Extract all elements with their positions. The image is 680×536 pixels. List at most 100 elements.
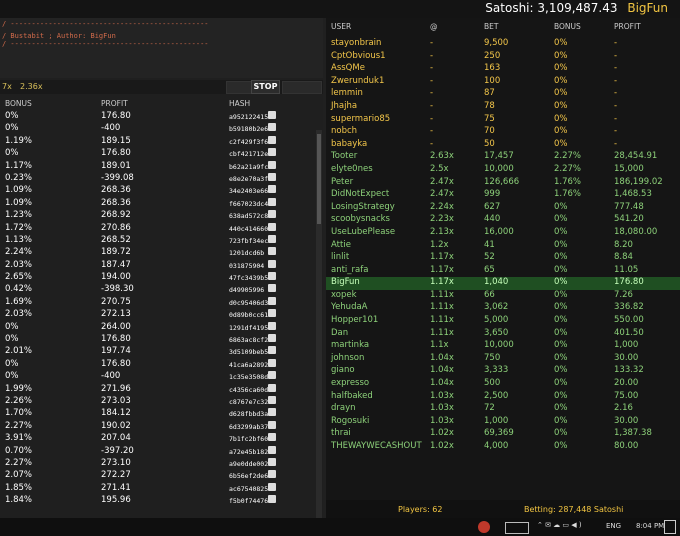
- player-user[interactable]: supermario85: [331, 114, 390, 124]
- copy-icon[interactable]: [268, 247, 276, 256]
- history-hash[interactable]: 47fc3439b5: [229, 274, 268, 282]
- history-hash[interactable]: 638ad572c8: [229, 212, 268, 220]
- notification-icon[interactable]: [664, 520, 676, 534]
- player-user[interactable]: drayn: [331, 403, 356, 413]
- history-hash[interactable]: a9e0dde002: [229, 460, 268, 468]
- player-user[interactable]: YehudaA: [331, 302, 368, 312]
- history-hash[interactable]: c4356ca60d: [229, 386, 268, 394]
- player-user[interactable]: BigFun: [331, 277, 360, 287]
- copy-icon[interactable]: [268, 197, 276, 206]
- history-hash[interactable]: a72e45b182: [229, 448, 268, 456]
- copy-icon[interactable]: [268, 495, 276, 504]
- history-hash[interactable]: 6b56ef2de6: [229, 472, 268, 480]
- player-user[interactable]: thrai: [331, 428, 351, 438]
- player-user[interactable]: stayonbrain: [331, 38, 381, 48]
- player-user[interactable]: lemmin: [331, 88, 363, 98]
- copy-icon[interactable]: [268, 123, 276, 132]
- history-hash[interactable]: b62a21a9fc: [229, 163, 268, 171]
- history-hash[interactable]: 1c35e3508d: [229, 373, 268, 381]
- copy-icon[interactable]: [268, 371, 276, 380]
- copy-icon[interactable]: [268, 445, 276, 454]
- copy-icon[interactable]: [268, 296, 276, 305]
- disabled-button-2[interactable]: [282, 81, 322, 94]
- player-user[interactable]: scoobysnacks: [331, 214, 390, 224]
- copy-icon[interactable]: [268, 185, 276, 194]
- copy-icon[interactable]: [268, 172, 276, 181]
- player-user[interactable]: DidNotExpect: [331, 189, 389, 199]
- player-user[interactable]: Jhajha: [331, 101, 357, 111]
- copy-icon[interactable]: [268, 383, 276, 392]
- player-user[interactable]: martinka: [331, 340, 369, 350]
- player-user[interactable]: giano: [331, 365, 355, 375]
- history-hash[interactable]: 6d3299ab37: [229, 423, 268, 431]
- history-hash[interactable]: 6863ac8cf2: [229, 336, 268, 344]
- copy-icon[interactable]: [268, 420, 276, 429]
- player-user[interactable]: expresso: [331, 378, 369, 388]
- username-link[interactable]: BigFun: [627, 1, 668, 15]
- copy-icon[interactable]: [268, 210, 276, 219]
- player-user[interactable]: Tooter: [331, 151, 357, 161]
- history-hash[interactable]: cbf421712ef: [229, 150, 272, 158]
- player-user[interactable]: nobch: [331, 126, 357, 136]
- history-scrollbar[interactable]: [316, 130, 322, 520]
- clock[interactable]: 8:04 PM: [636, 522, 664, 530]
- copy-icon[interactable]: [268, 222, 276, 231]
- history-hash[interactable]: d628fbbd3a: [229, 410, 268, 418]
- player-user[interactable]: CptObvious1: [331, 51, 386, 61]
- history-hash[interactable]: d49905996: [229, 286, 264, 294]
- script-editor[interactable]: / --------------------------------------…: [0, 18, 323, 78]
- copy-icon[interactable]: [268, 482, 276, 491]
- history-hash[interactable]: c2f429f3f63: [229, 138, 272, 146]
- history-hash[interactable]: ac67540825: [229, 485, 268, 493]
- scroll-thumb[interactable]: [317, 134, 321, 224]
- copy-icon[interactable]: [268, 346, 276, 355]
- history-hash[interactable]: 3d5109beb5: [229, 348, 268, 356]
- language-indicator[interactable]: ENG: [606, 522, 621, 530]
- player-user[interactable]: Hopper101: [331, 315, 378, 325]
- history-hash[interactable]: 1291df4195: [229, 324, 268, 332]
- player-user[interactable]: Zwerunduk1: [331, 76, 384, 86]
- player-user[interactable]: elyte0nes: [331, 164, 373, 174]
- record-icon[interactable]: [478, 521, 490, 533]
- history-hash[interactable]: 1201dcd6b: [229, 249, 264, 257]
- copy-icon[interactable]: [268, 309, 276, 318]
- history-hash[interactable]: b59180b2e6: [229, 125, 268, 133]
- history-hash[interactable]: f667023dc4: [229, 200, 268, 208]
- keyboard-icon[interactable]: [505, 522, 529, 534]
- player-user[interactable]: UseLubePlease: [331, 227, 395, 237]
- copy-icon[interactable]: [268, 408, 276, 417]
- copy-icon[interactable]: [268, 321, 276, 330]
- copy-icon[interactable]: [268, 111, 276, 119]
- copy-icon[interactable]: [268, 433, 276, 442]
- copy-icon[interactable]: [268, 358, 276, 367]
- history-hash[interactable]: c8767e7c32: [229, 398, 268, 406]
- copy-icon[interactable]: [268, 148, 276, 157]
- player-user[interactable]: johnson: [331, 353, 364, 363]
- player-user[interactable]: babayka: [331, 139, 367, 149]
- player-user[interactable]: xopek: [331, 290, 357, 300]
- player-user[interactable]: LosingStrategy: [331, 202, 395, 212]
- player-user[interactable]: linlit: [331, 252, 349, 262]
- history-hash[interactable]: 41ca6a2892: [229, 361, 268, 369]
- copy-icon[interactable]: [268, 234, 276, 243]
- player-user[interactable]: halfbaked: [331, 391, 373, 401]
- player-user[interactable]: Dan: [331, 328, 348, 338]
- copy-icon[interactable]: [268, 470, 276, 479]
- history-hash[interactable]: e8e2e70a3f: [229, 175, 268, 183]
- copy-icon[interactable]: [268, 160, 276, 169]
- history-hash[interactable]: 7b1fc2bf600: [229, 435, 272, 443]
- history-hash[interactable]: 723fbf34ecc: [229, 237, 272, 245]
- history-hash[interactable]: d0c95406d3: [229, 299, 268, 307]
- history-hash[interactable]: 440c414660: [229, 225, 268, 233]
- copy-icon[interactable]: [268, 272, 276, 281]
- player-user[interactable]: THEWAYWECASHOUT: [331, 441, 422, 451]
- history-hash[interactable]: f5b0f74476: [229, 497, 268, 505]
- history-hash[interactable]: 34e2403e66: [229, 187, 268, 195]
- player-user[interactable]: Peter: [331, 177, 353, 187]
- copy-icon[interactable]: [268, 334, 276, 343]
- player-user[interactable]: Attie: [331, 240, 351, 250]
- player-user[interactable]: Rogosuki: [331, 416, 369, 426]
- tray-icons[interactable]: ⌃ ✉ ☁ ▭ ◀ ): [537, 521, 582, 529]
- copy-icon[interactable]: [268, 395, 276, 404]
- player-user[interactable]: AssQMe: [331, 63, 365, 73]
